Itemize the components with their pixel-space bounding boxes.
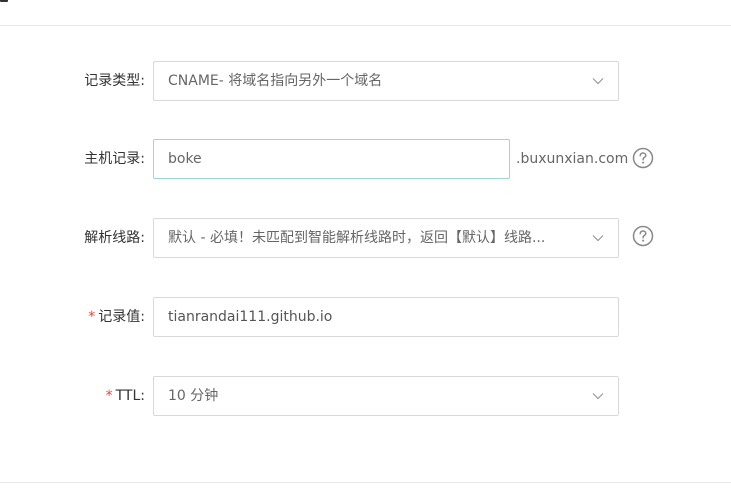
record-value-value: tianrandai111.github.io — [168, 309, 333, 325]
ttl-label-wrap: * TTL: — [106, 376, 145, 416]
record-type-label: 记录类型: — [84, 73, 145, 89]
record-type-select[interactable]: CNAME- 将域名指向另外一个域名 — [153, 61, 619, 101]
ttl-select[interactable]: 10 分钟 — [153, 376, 619, 416]
ttl-row: * TTL: 10 分钟 — [0, 376, 731, 416]
record-value-input[interactable]: tianrandai111.github.io — [153, 297, 619, 337]
host-record-row: 主机记录: boke .buxunxian.com — [0, 139, 731, 179]
header-divider — [0, 25, 731, 26]
chevron-down-icon — [592, 393, 604, 400]
title-fragment — [0, 0, 8, 2]
required-mark: * — [105, 388, 113, 404]
host-record-label: 主机记录: — [84, 151, 145, 167]
domain-suffix: .buxunxian.com — [516, 151, 629, 167]
line-label: 解析线路: — [84, 230, 145, 246]
ttl-value: 10 分钟 — [168, 388, 219, 404]
record-value-label: 记录值: — [98, 309, 145, 325]
footer-divider — [0, 482, 731, 483]
host-record-input[interactable]: boke — [153, 139, 510, 179]
record-value-row: * 记录值: tianrandai111.github.io — [0, 297, 731, 337]
record-value-label-wrap: * 记录值: — [88, 297, 145, 337]
line-select[interactable]: 默认 - 必填！未匹配到智能解析线路时，返回【默认】线路... — [153, 218, 619, 258]
line-row: 解析线路: 默认 - 必填！未匹配到智能解析线路时，返回【默认】线路... — [0, 218, 731, 258]
question-circle-icon[interactable] — [632, 225, 654, 247]
chevron-down-icon — [592, 78, 604, 85]
question-circle-icon[interactable] — [632, 147, 654, 169]
required-mark: * — [88, 309, 96, 325]
line-value: 默认 - 必填！未匹配到智能解析线路时，返回【默认】线路... — [168, 230, 546, 246]
record-type-value: CNAME- 将域名指向另外一个域名 — [168, 73, 383, 89]
ttl-label: TTL: — [115, 388, 145, 404]
record-type-row: 记录类型: CNAME- 将域名指向另外一个域名 — [0, 61, 731, 101]
chevron-down-icon — [592, 235, 604, 242]
host-record-value: boke — [168, 151, 202, 167]
